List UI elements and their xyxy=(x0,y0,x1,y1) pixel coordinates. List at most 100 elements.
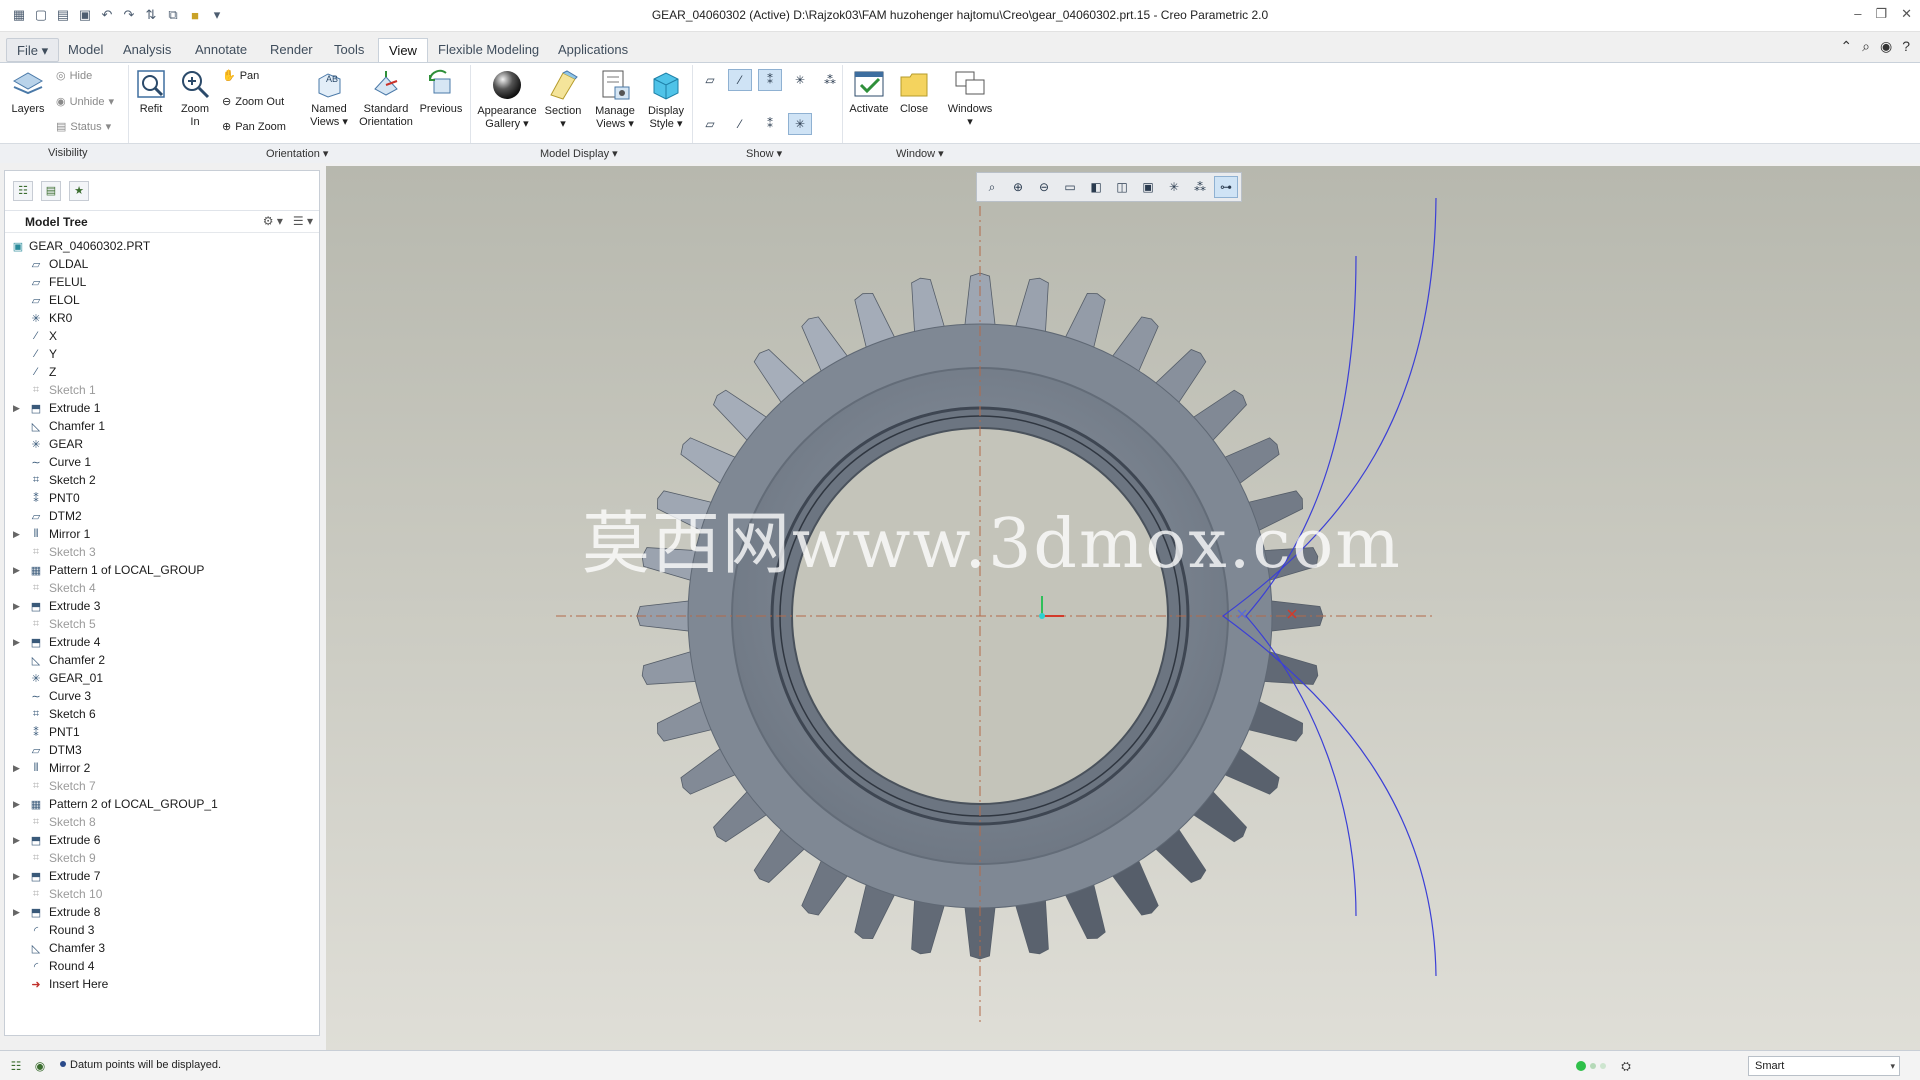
tree-item[interactable]: ◺ Chamfer 1 xyxy=(5,417,319,435)
tab-analysis[interactable]: Analysis xyxy=(113,38,181,62)
expand-arrow-icon[interactable]: ▶ xyxy=(13,601,20,612)
display-style-button[interactable]: Display Style ▾ xyxy=(642,69,690,131)
tab-view[interactable]: View xyxy=(378,38,428,62)
tree-item[interactable]: ⌗ Sketch 2 xyxy=(5,471,319,489)
expand-arrow-icon[interactable]: ▶ xyxy=(13,637,20,648)
model-tree-tab-icon[interactable]: ☷ xyxy=(13,180,33,201)
tree-item[interactable]: ▶ ⬒ Extrude 4 xyxy=(5,633,319,651)
minimize-ribbon-icon[interactable]: ⌃ xyxy=(1840,38,1852,55)
tree-item[interactable]: ⌗ Sketch 4 xyxy=(5,579,319,597)
status-button[interactable]: ▤ Status ▾ xyxy=(56,120,111,134)
tree-item[interactable]: ⌗ Sketch 1 xyxy=(5,381,319,399)
tree-item[interactable]: ⁄ Y xyxy=(5,345,319,363)
tree-item[interactable]: ▶ ⫴ Mirror 1 xyxy=(5,525,319,543)
tree-item[interactable]: ◜ Round 3 xyxy=(5,921,319,939)
tree-item[interactable]: ∼ Curve 3 xyxy=(5,687,319,705)
tree-item[interactable]: ▶ ▦ Pattern 2 of LOCAL_GROUP_1 xyxy=(5,795,319,813)
tree-item[interactable]: ⌗ Sketch 8 xyxy=(5,813,319,831)
point-tag-icon[interactable]: ⁑ xyxy=(758,113,782,135)
expand-arrow-icon[interactable]: ▶ xyxy=(13,565,20,576)
selection-filter-icon[interactable]: ⛭ xyxy=(1616,1057,1636,1075)
help-icon[interactable]: ? xyxy=(1902,38,1910,55)
group-window[interactable]: Window ▾ xyxy=(896,147,944,160)
tree-item[interactable]: ✳ GEAR_01 xyxy=(5,669,319,687)
previous-button[interactable]: Previous xyxy=(418,69,464,116)
axis-tag-icon[interactable]: ⁄ xyxy=(728,113,752,135)
tree-item[interactable]: ▶ ⬒ Extrude 8 xyxy=(5,903,319,921)
zoom-in-button[interactable]: Zoom In xyxy=(176,69,214,129)
tab-applications[interactable]: Applications xyxy=(548,38,638,62)
search-icon[interactable]: ⌕ xyxy=(1862,38,1870,55)
group-orientation[interactable]: Orientation ▾ xyxy=(266,147,328,160)
browser-toggle-icon[interactable]: ◉ xyxy=(30,1057,50,1075)
minimize-icon[interactable]: – xyxy=(1854,6,1861,22)
tree-item[interactable]: ◺ Chamfer 3 xyxy=(5,939,319,957)
tree-settings-icon[interactable]: ⚙ ▾ xyxy=(263,214,283,228)
plane-tag-icon[interactable]: ▱ xyxy=(698,113,722,135)
selection-filter-dropdown[interactable]: Smart ▾ xyxy=(1748,1056,1900,1076)
csys-display-icon[interactable]: ✳ xyxy=(788,69,812,91)
group-model-display[interactable]: Model Display ▾ xyxy=(540,147,618,160)
tree-item[interactable]: ⌗ Sketch 5 xyxy=(5,615,319,633)
favorites-tab-icon[interactable]: ★ xyxy=(69,180,89,201)
tree-item[interactable]: ✳ GEAR xyxy=(5,435,319,453)
appearance-gallery-button[interactable]: Appearance Gallery ▾ xyxy=(476,69,538,131)
tree-item[interactable]: ▱ DTM3 xyxy=(5,741,319,759)
tree-item[interactable]: ⌗ Sketch 9 xyxy=(5,849,319,867)
expand-arrow-icon[interactable]: ▶ xyxy=(13,403,20,414)
layers-button[interactable]: Layers xyxy=(8,69,48,116)
restore-icon[interactable]: ❐ xyxy=(1875,6,1887,22)
activate-button[interactable]: Activate xyxy=(848,69,890,116)
tree-item[interactable]: ▶ ⫴ Mirror 2 xyxy=(5,759,319,777)
windows-button[interactable]: Windows ▾ xyxy=(946,69,994,129)
expand-arrow-icon[interactable]: ▶ xyxy=(13,763,20,774)
tree-item[interactable]: ∼ Curve 1 xyxy=(5,453,319,471)
expand-arrow-icon[interactable]: ▶ xyxy=(13,799,20,810)
tab-render[interactable]: Render xyxy=(260,38,323,62)
plane-display-icon[interactable]: ▱ xyxy=(698,69,722,91)
expand-arrow-icon[interactable]: ▶ xyxy=(13,907,20,918)
tree-item[interactable]: ▱ DTM2 xyxy=(5,507,319,525)
tree-item[interactable]: ▱ OLDAL xyxy=(5,255,319,273)
tab-file[interactable]: File ▾ xyxy=(6,38,60,62)
tree-root[interactable]: ▣ GEAR_04060302.PRT xyxy=(5,237,319,255)
pan-zoom-button[interactable]: ⊕ Pan Zoom xyxy=(222,120,286,134)
tree-item[interactable]: ⌗ Sketch 3 xyxy=(5,543,319,561)
spin-center-icon[interactable]: ⁂ xyxy=(818,69,842,91)
gear-model[interactable] xyxy=(326,166,1920,1050)
graphics-area[interactable]: ⌕ ⊕ ⊖ ▭ ◧ ◫ ▣ ✳ ⁂ ⊶ 莫西网www.3dmox.com xyxy=(326,166,1920,1050)
tree-item[interactable]: ▱ FELUL xyxy=(5,273,319,291)
navigator-toggle-icon[interactable]: ☷ xyxy=(6,1057,26,1075)
close-icon[interactable]: ✕ xyxy=(1901,6,1912,22)
community-icon[interactable]: ◉ xyxy=(1880,38,1892,55)
tree-item[interactable]: ➜ Insert Here xyxy=(5,975,319,993)
pan-button[interactable]: ✋ Pan xyxy=(222,69,259,83)
tree-item[interactable]: ▶ ⬒ Extrude 6 xyxy=(5,831,319,849)
group-show[interactable]: Show ▾ xyxy=(746,147,782,160)
section-button[interactable]: Section ▾ xyxy=(540,69,586,131)
point-display-icon[interactable]: ⁑ xyxy=(758,69,782,91)
named-views-button[interactable]: AB Named Views ▾ xyxy=(302,69,356,129)
expand-arrow-icon[interactable]: ▶ xyxy=(13,529,20,540)
tree-item[interactable]: ▶ ⬒ Extrude 1 xyxy=(5,399,319,417)
close-button[interactable]: Close xyxy=(894,69,934,116)
unhide-button[interactable]: ◉ Unhide ▾ xyxy=(56,95,114,109)
hide-button[interactable]: ◎ Hide xyxy=(56,69,92,83)
tree-item[interactable]: ▶ ⬒ Extrude 3 xyxy=(5,597,319,615)
tree-item[interactable]: ▶ ⬒ Extrude 7 xyxy=(5,867,319,885)
tab-tools[interactable]: Tools xyxy=(324,38,374,62)
tree-item[interactable]: ⌗ Sketch 7 xyxy=(5,777,319,795)
tree-item[interactable]: ⌗ Sketch 6 xyxy=(5,705,319,723)
tab-flexible-modeling[interactable]: Flexible Modeling xyxy=(428,38,549,62)
tree-item[interactable]: ⌗ Sketch 10 xyxy=(5,885,319,903)
axis-display-icon[interactable]: ⁄ xyxy=(728,69,752,91)
tab-model[interactable]: Model xyxy=(58,38,113,62)
refit-button[interactable]: Refit xyxy=(134,69,168,116)
tree-item[interactable]: ✳ KR0 xyxy=(5,309,319,327)
tree-item[interactable]: ⁑ PNT1 xyxy=(5,723,319,741)
tree-item[interactable]: ⁄ X xyxy=(5,327,319,345)
tree-item[interactable]: ⁄ Z xyxy=(5,363,319,381)
tree-item[interactable]: ◺ Chamfer 2 xyxy=(5,651,319,669)
csys-tag-icon[interactable]: ✳ xyxy=(788,113,812,135)
expand-arrow-icon[interactable]: ▶ xyxy=(13,871,20,882)
